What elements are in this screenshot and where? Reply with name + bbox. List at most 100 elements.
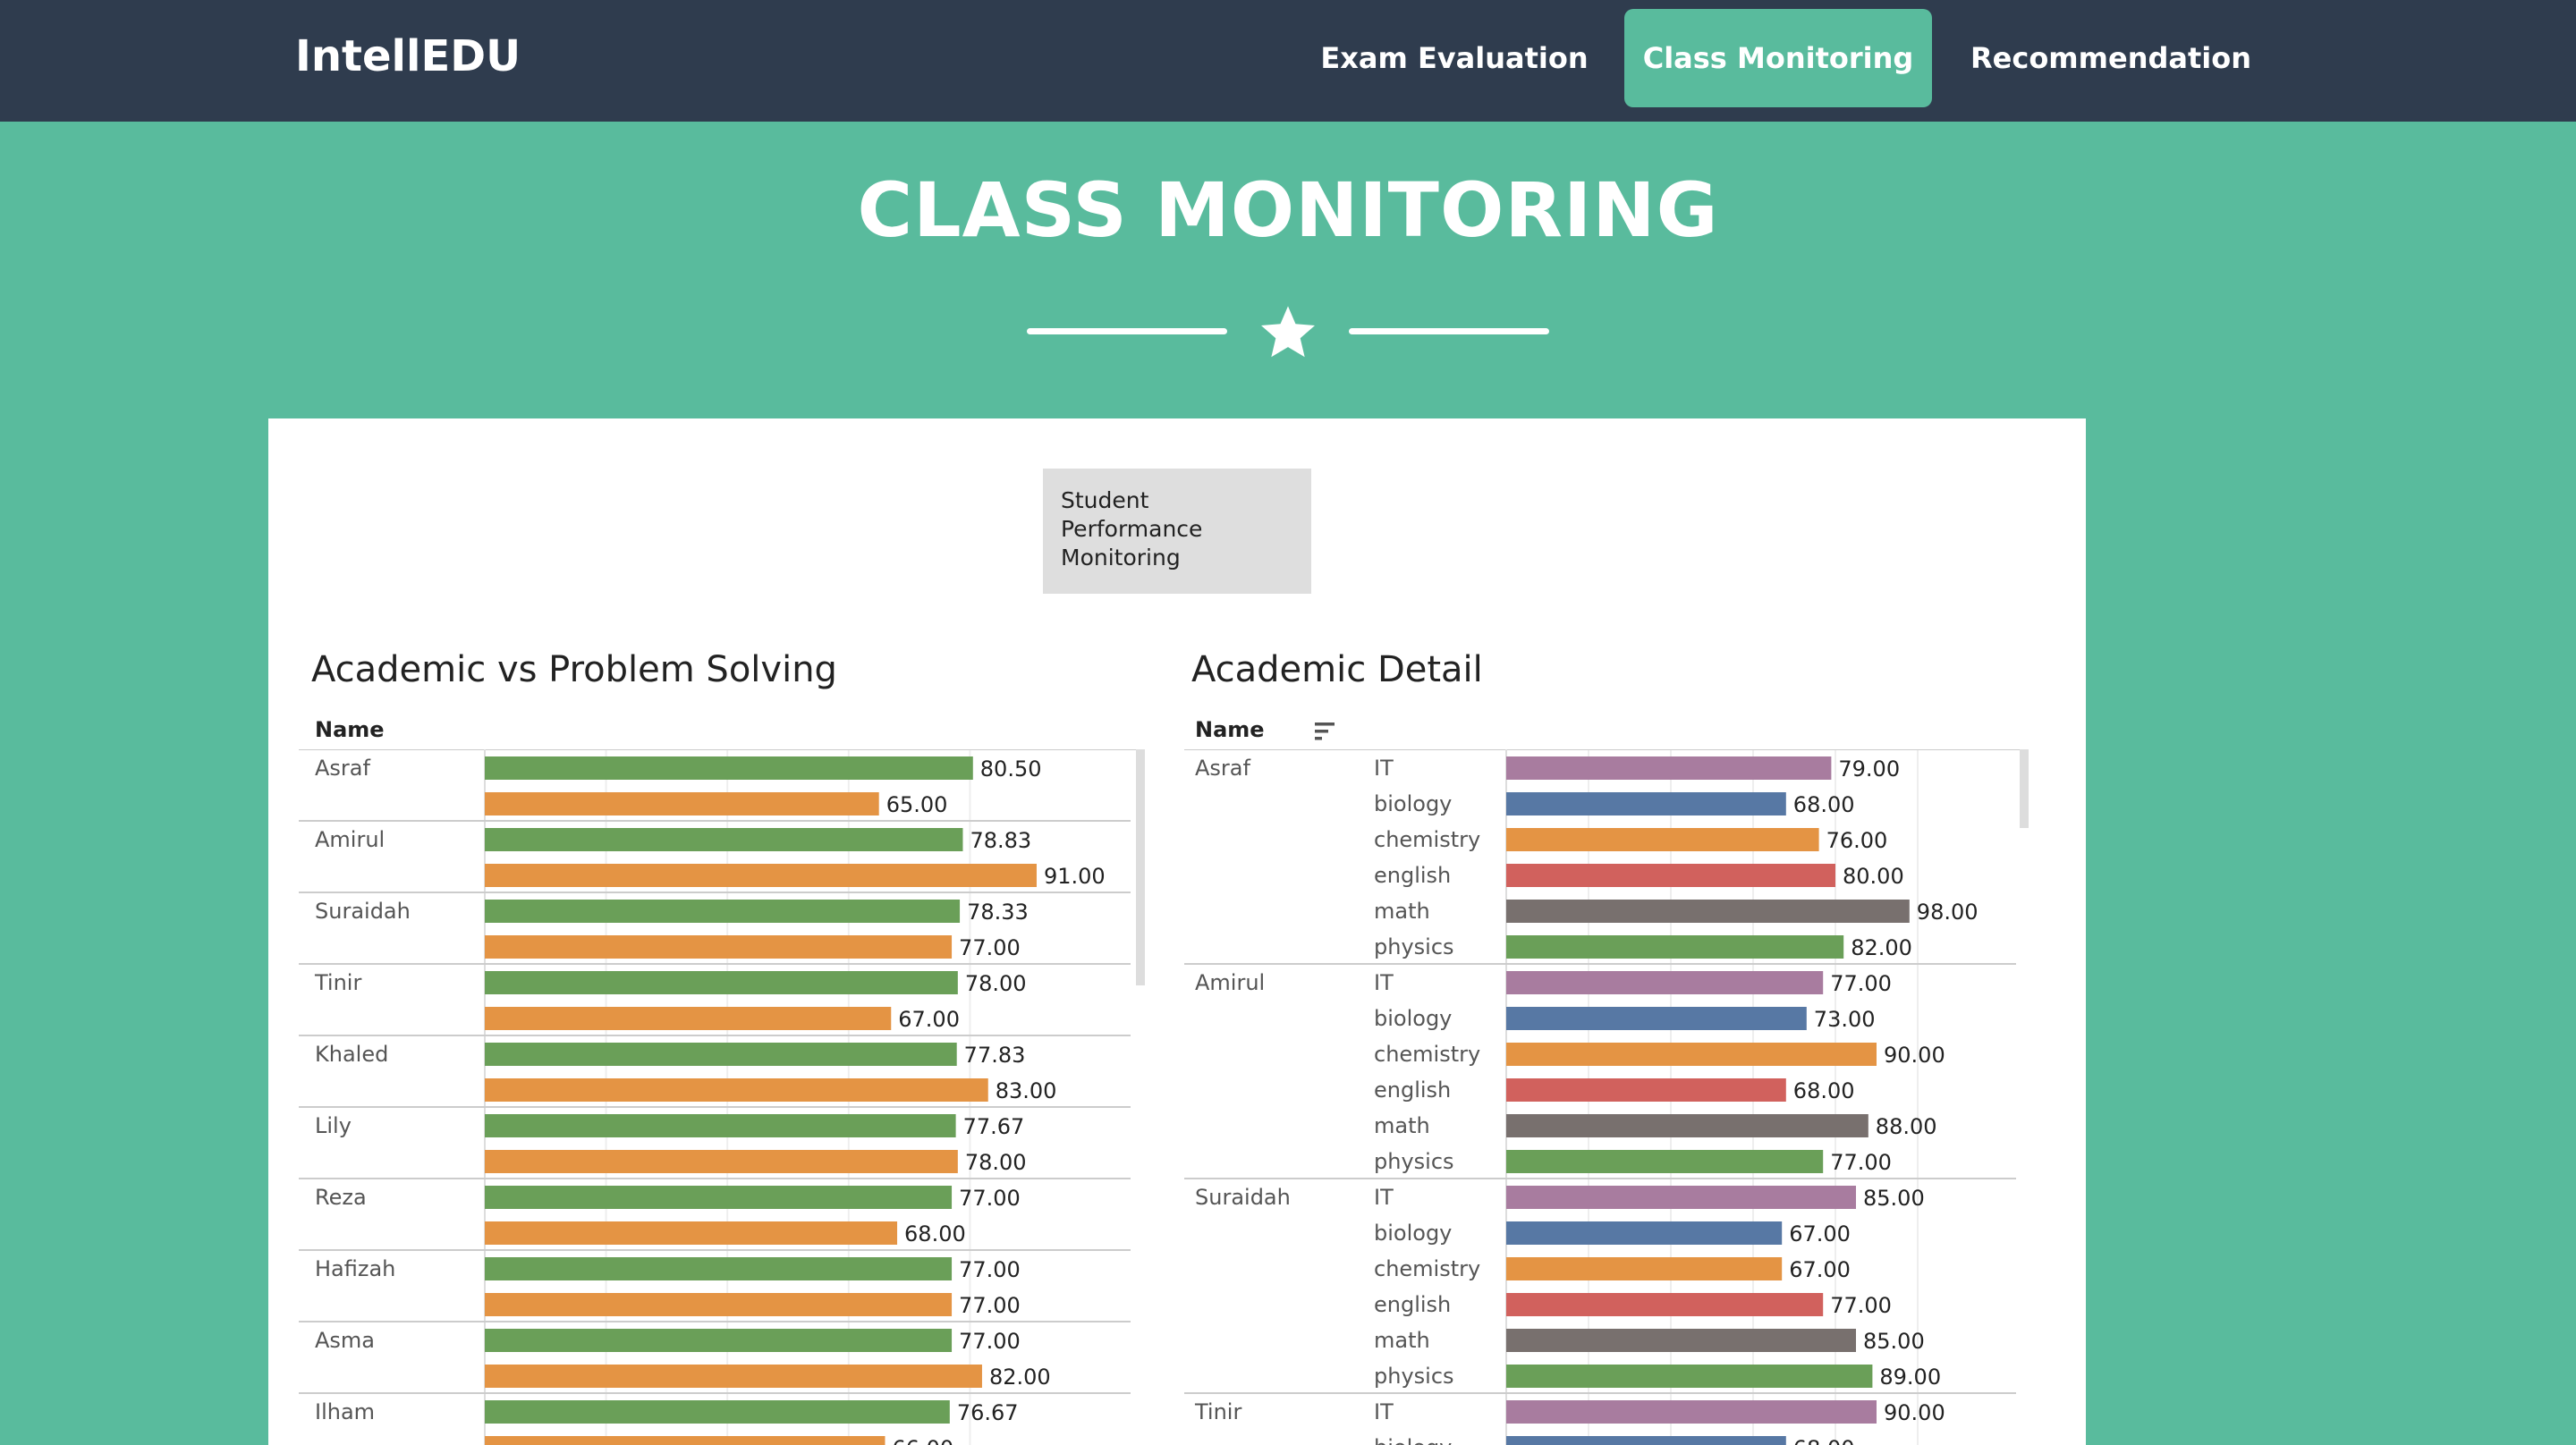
divider-right-line [1349,328,1549,334]
bar [1506,900,1910,923]
data-label: 68.00 [1793,792,1855,817]
data-label: 82.00 [1851,935,1912,960]
data-label: 78.00 [965,971,1027,996]
scrollbar-thumb [1136,749,1145,985]
data-label: 80.00 [1843,864,1904,889]
subject-label: biology [1374,791,1452,816]
right-chart-svg: Asraf IT 79.00 biology 68.00 chemistry 76.00 en… [1184,749,2029,1445]
bar [485,1186,953,1209]
data-label: 67.00 [1789,1221,1851,1246]
data-label: 77.00 [959,1257,1021,1282]
bar [485,1436,886,1445]
data-label: 90.00 [1884,1043,1945,1068]
bar [1506,1078,1786,1102]
bar [1506,864,1835,887]
right-name-header: Name [1195,717,1265,742]
bar [485,1007,892,1030]
nav-recommendation[interactable]: Recommendation [1959,9,2263,107]
subject-label: chemistry [1374,827,1480,852]
nav-class-monitoring[interactable]: Class Monitoring [1624,9,1932,107]
subject-label: IT [1374,756,1394,781]
bar [485,1257,953,1280]
bar [1506,792,1786,815]
name-label: Tinir [314,970,361,995]
academic-detail-chart: Asraf IT 79.00 biology 68.00 chemistry 76.00 en… [1184,749,2061,1445]
data-label: 77.83 [964,1043,1026,1068]
name-label: Suraidah [315,899,411,924]
subject-label: math [1374,899,1430,924]
name-label: Tinir [1194,1399,1241,1424]
data-label: 78.33 [967,900,1029,925]
subject-label: IT [1374,1399,1394,1424]
bar [1506,1257,1783,1280]
bar [1506,1400,1877,1424]
data-label: 73.00 [1814,1007,1876,1032]
bar [485,935,953,959]
data-label: 77.00 [959,1186,1021,1211]
data-label: 77.00 [959,1329,1021,1354]
brand-logo[interactable]: IntellEDU [295,25,521,88]
data-label: 67.00 [1789,1257,1851,1282]
subject-label: biology [1374,1006,1452,1031]
name-label: Lily [315,1113,352,1138]
data-label: 67.00 [898,1007,960,1032]
bar [485,1293,953,1316]
bar [485,1329,953,1352]
subject-label: IT [1374,1185,1394,1210]
bar [1506,1007,1807,1030]
data-label: 77.67 [963,1114,1025,1139]
subject-label: biology [1374,1435,1452,1445]
subject-label: math [1374,1328,1430,1353]
bar [1506,756,1832,780]
bar [1506,828,1819,851]
data-label: 78.83 [970,828,1031,853]
bar [1506,1114,1868,1137]
subject-label: english [1374,1077,1451,1103]
bar [485,1078,988,1102]
data-label: 90.00 [1884,1400,1945,1425]
subject-label: biology [1374,1221,1452,1246]
data-label: 77.00 [1830,1293,1892,1318]
subject-label: chemistry [1374,1042,1480,1067]
data-label: 79.00 [1838,756,1900,782]
data-label: 77.00 [959,935,1021,960]
data-label: 85.00 [1863,1329,1925,1354]
bar [1506,971,1824,994]
data-label: 65.00 [886,792,948,817]
bar [485,864,1037,887]
nav-exam-evaluation[interactable]: Exam Evaluation [1311,9,1597,107]
bar [485,1400,950,1424]
left-chart-title: Academic vs Problem Solving [311,649,837,690]
bar [1506,1436,1786,1445]
divider-left-line [1027,328,1227,334]
star-icon [1260,306,1316,358]
subject-label: physics [1374,934,1454,959]
data-label: 76.00 [1826,828,1888,853]
data-label: 82.00 [989,1365,1051,1390]
page-title: CLASS MONITORING [857,166,1719,254]
name-label: Amirul [1195,970,1265,995]
name-label: Asraf [315,756,370,781]
name-label: Reza [315,1185,367,1210]
subject-label: IT [1374,970,1394,995]
sort-icon[interactable] [1315,721,1338,742]
data-label: 68.00 [1793,1436,1855,1445]
bar [485,756,973,780]
data-label: 85.00 [1863,1186,1925,1211]
name-label: Khaled [315,1042,388,1067]
data-label: 89.00 [1879,1365,1941,1390]
dashboard-tag: Student Performance Monitoring [1043,469,1311,594]
bar [1506,1221,1783,1245]
subject-label: physics [1374,1364,1454,1389]
bar [485,792,879,815]
data-label: 68.00 [904,1221,966,1246]
name-label: Hafizah [315,1256,395,1281]
scrollbar-thumb [2020,749,2029,828]
bar [1506,1365,1873,1388]
name-label: Amirul [315,827,385,852]
subject-label: english [1374,863,1451,888]
subject-label: physics [1374,1149,1454,1174]
subject-label: math [1374,1113,1430,1138]
right-chart-title: Academic Detail [1191,649,1483,690]
data-label: 78.00 [965,1150,1027,1175]
